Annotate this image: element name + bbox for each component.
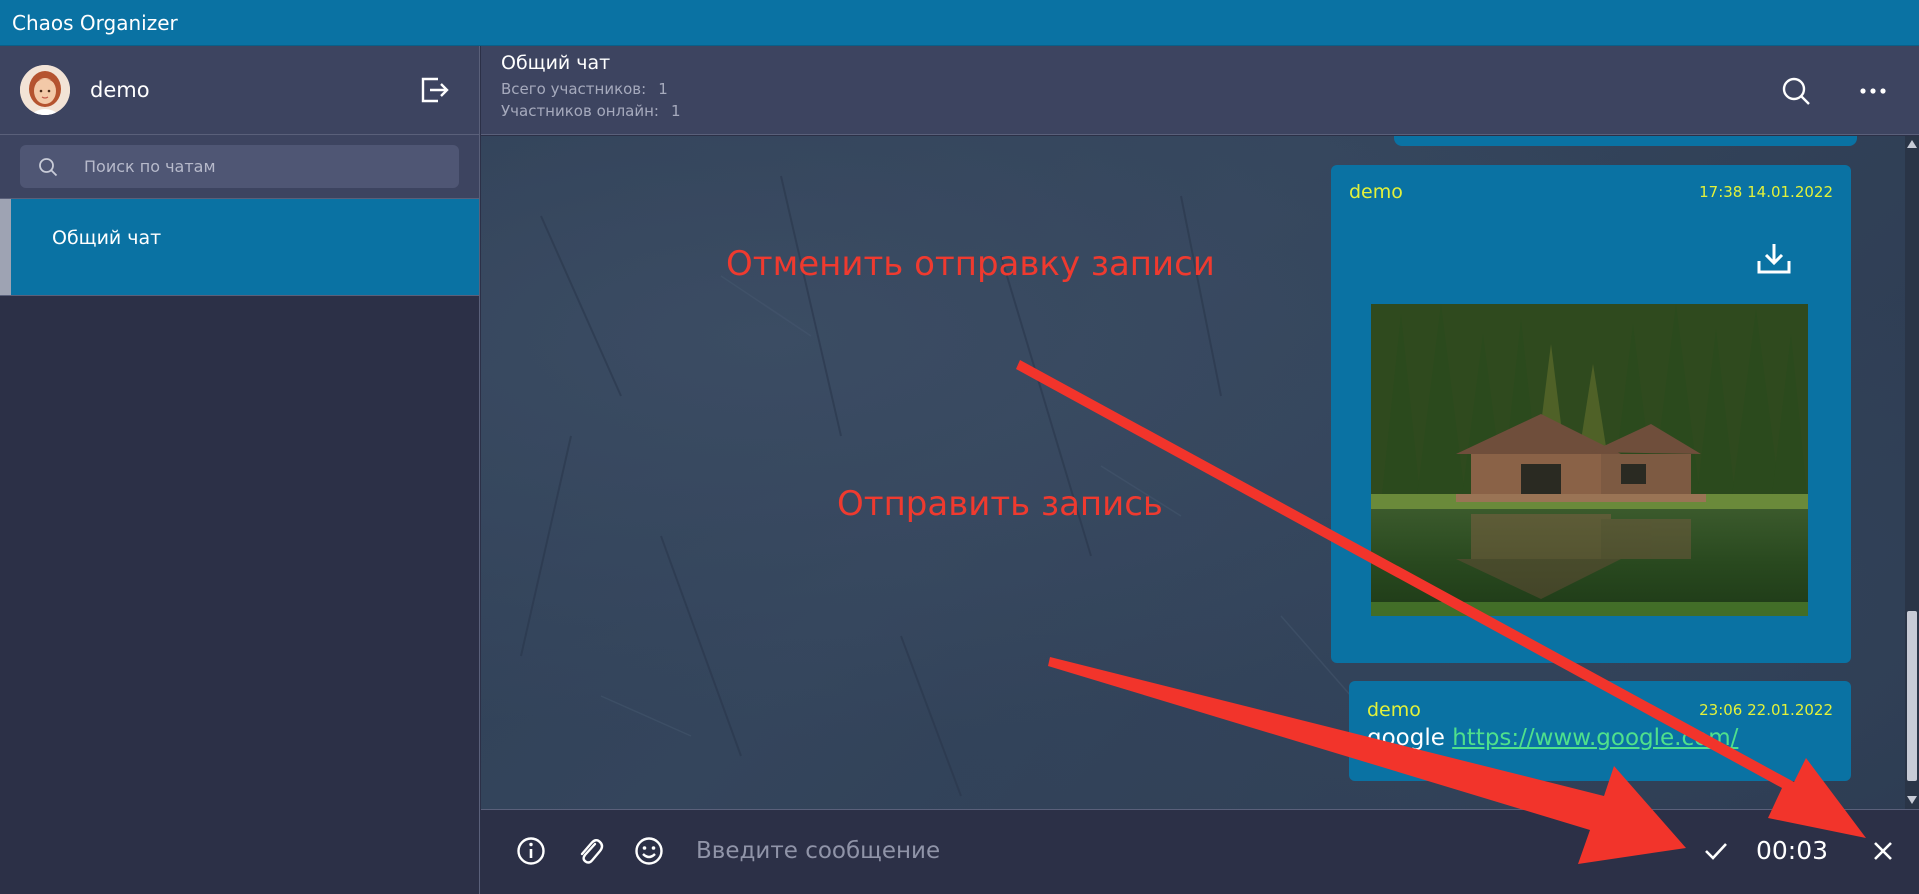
scrollbar-thumb[interactable] (1907, 611, 1917, 781)
more-icon[interactable] (1856, 74, 1890, 108)
image-lake-cabin (1371, 304, 1808, 616)
app-titlebar: Chaos Organizer (0, 0, 1919, 46)
info-icon[interactable] (514, 834, 548, 868)
total-members-value: 1 (658, 80, 668, 98)
annotation-send-recording: Отправить запись (837, 484, 1163, 524)
message-text: google https://www.google.com/ (1367, 725, 1738, 751)
avatar[interactable] (20, 65, 70, 115)
active-chat-marker (0, 199, 11, 295)
message-author: demo (1349, 181, 1403, 203)
online-members-label: Участников онлайн: (501, 102, 659, 120)
previous-message-bubble (1394, 136, 1857, 146)
close-icon[interactable] (1866, 834, 1900, 868)
message-image[interactable] (1371, 304, 1808, 616)
chat-header: Общий чат Всего участников: 1 Участников … (481, 46, 1919, 135)
paperclip-icon[interactable] (573, 834, 607, 868)
message-input[interactable] (696, 831, 1536, 871)
message-bubble: demo 23:06 22.01.2022 google https://www… (1349, 681, 1851, 781)
message-author: demo (1367, 699, 1421, 721)
logout-icon[interactable] (417, 73, 451, 107)
chat-list-item[interactable]: Общий чат (0, 199, 479, 296)
chat-search-input[interactable] (84, 157, 424, 176)
annotation-cancel-recording: Отменить отправку записи (726, 244, 1215, 284)
app-title: Chaos Organizer (12, 10, 178, 35)
message-input-bar: 00:03 (481, 809, 1919, 894)
message-scrollbar[interactable] (1905, 136, 1919, 809)
message-text-content: google (1367, 725, 1445, 751)
search-icon[interactable] (1779, 74, 1813, 108)
online-members: Участников онлайн: 1 (501, 102, 1919, 120)
sidebar-header: demo (0, 46, 479, 135)
online-members-value: 1 (670, 102, 681, 120)
check-icon[interactable] (1699, 834, 1733, 868)
scroll-down-icon[interactable] (1907, 796, 1917, 804)
search-icon (39, 157, 58, 176)
chat-search (0, 135, 479, 199)
message-time: 17:38 14.01.2022 (1699, 183, 1833, 201)
chat-title: Общий чат (501, 52, 611, 74)
chat-search-box (20, 145, 459, 188)
download-icon[interactable] (1755, 241, 1793, 277)
message-bubble: demo 17:38 14.01.2022 (1331, 165, 1851, 663)
chat-list-item-label: Общий чат (52, 227, 162, 249)
message-area: demo 17:38 14.01.2022 demo 23:06 22.01.2… (481, 136, 1919, 809)
emoji-icon[interactable] (632, 834, 666, 868)
username: demo (90, 78, 150, 102)
message-link[interactable]: https://www.google.com/ (1452, 725, 1738, 751)
avatar-image (20, 65, 70, 115)
scroll-up-icon[interactable] (1907, 140, 1917, 148)
message-time: 23:06 22.01.2022 (1699, 701, 1833, 719)
recording-timer: 00:03 (1756, 836, 1829, 865)
total-members: Всего участников: 1 (501, 80, 1919, 98)
sidebar: demo Общий чат (0, 46, 480, 894)
total-members-label: Всего участников: (501, 80, 647, 98)
